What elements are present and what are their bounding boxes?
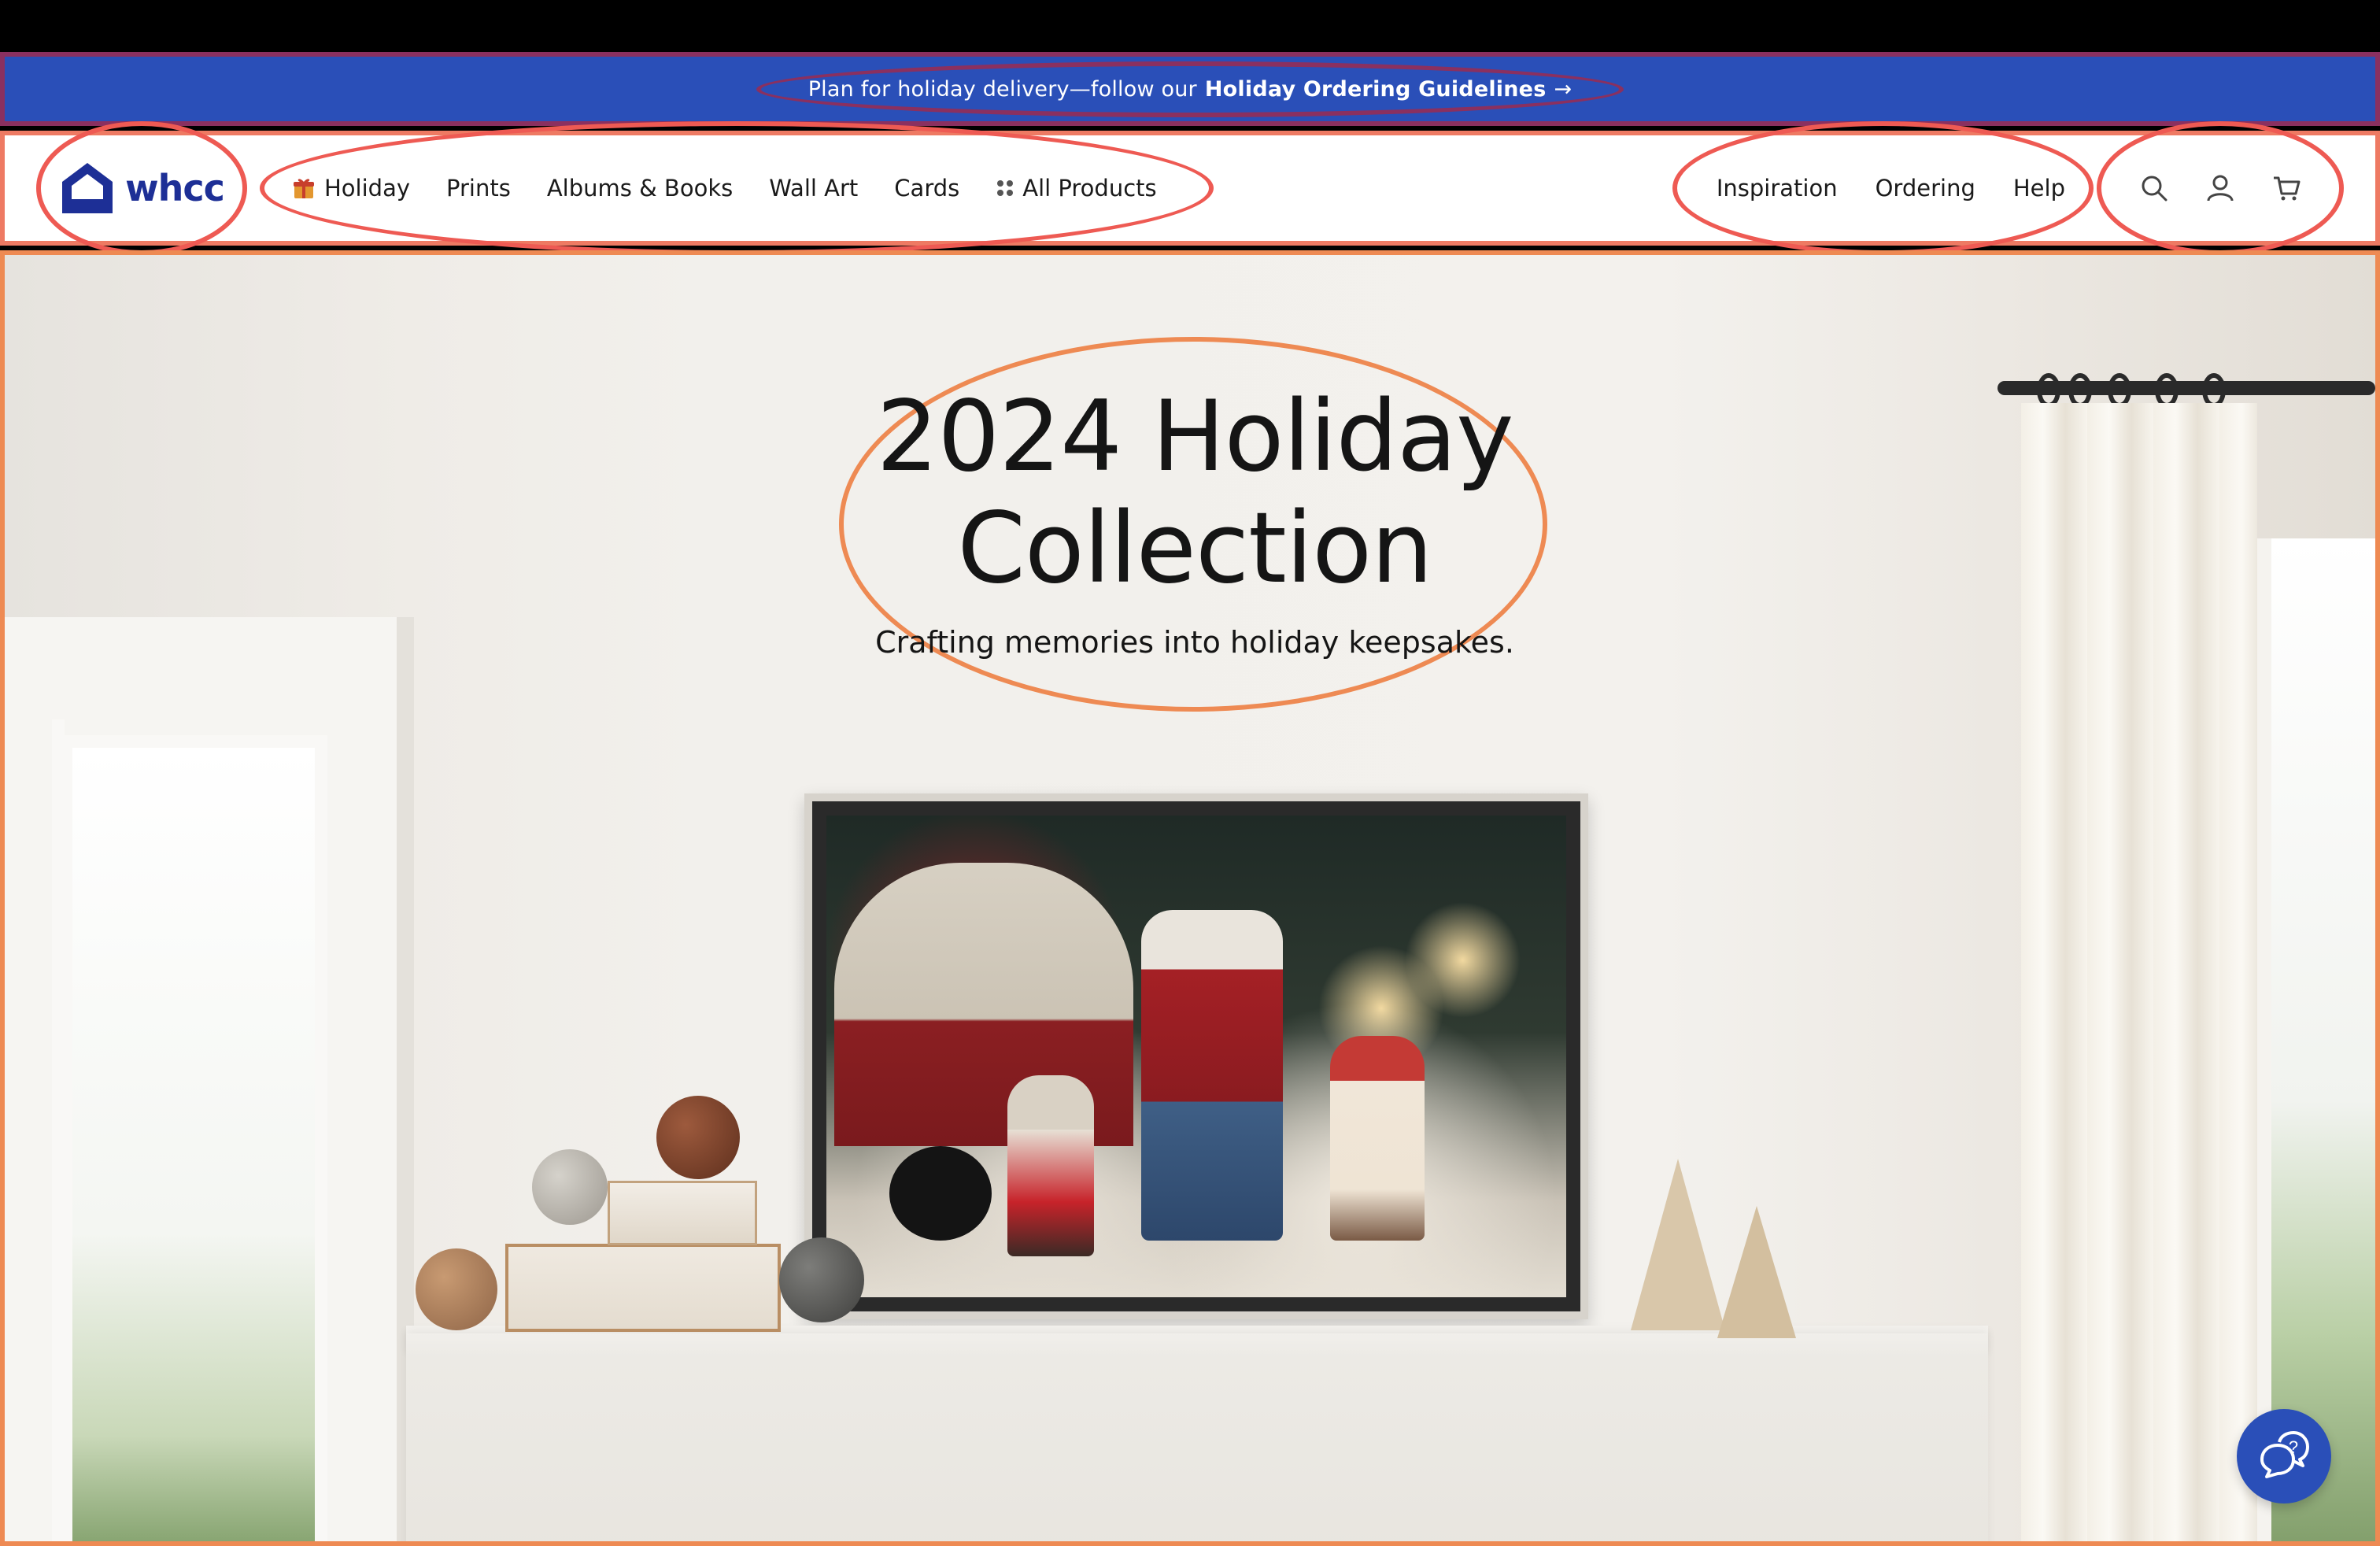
decor-tree	[1717, 1206, 1796, 1338]
nav-item-label: Help	[2012, 175, 2065, 202]
hero-window-right	[2257, 538, 2375, 1541]
hero-subtitle: Crafting memories into holiday keepsakes…	[875, 625, 1514, 660]
decor-ball	[416, 1248, 497, 1330]
nav-item-prints[interactable]: Prints	[446, 175, 511, 202]
nav-item-label: Wall Art	[769, 175, 859, 202]
nav-item-all-products[interactable]: All Products	[996, 175, 1157, 202]
nav-item-help[interactable]: Help	[2013, 175, 2065, 202]
promo-link-text[interactable]: Holiday Ordering Guidelines	[1205, 77, 1547, 102]
nav-item-wall-art[interactable]: Wall Art	[769, 175, 858, 202]
help-chat-icon: ?	[2260, 1431, 2309, 1478]
holiday-photo	[826, 816, 1566, 1297]
nav-item-label: Prints	[446, 175, 511, 202]
gift-icon	[294, 179, 314, 198]
nav-item-holiday[interactable]: Holiday	[291, 175, 410, 202]
cart-icon[interactable]	[2271, 173, 2301, 203]
decor-ball	[779, 1237, 864, 1322]
svg-text:?: ?	[2289, 1437, 2298, 1457]
hero-window-left	[5, 617, 414, 1541]
decor-ball	[656, 1096, 740, 1179]
secondary-nav-group: Inspiration Ordering Help	[1672, 121, 2094, 255]
logo-house-icon	[62, 163, 113, 213]
nav-item-label: Cards	[894, 175, 960, 202]
nav-item-label: Inspiration	[1716, 175, 1838, 202]
nav-item-label: All Products	[1022, 175, 1157, 202]
nav-item-ordering[interactable]: Ordering	[1876, 175, 1975, 202]
decor-box-large	[505, 1244, 781, 1332]
account-icon[interactable]	[2205, 173, 2235, 203]
promo-text: Plan for holiday delivery—follow our	[808, 76, 1197, 102]
logo-text: whcc	[125, 167, 225, 209]
hero-section: 2024 Holiday Collection Crafting memorie…	[0, 250, 2380, 1546]
main-nav: whcc Holiday Prints Albums & Books Wall …	[0, 121, 2380, 255]
grid-dots-icon	[997, 180, 1014, 196]
promo-banner[interactable]: Plan for holiday delivery—follow our Hol…	[0, 52, 2380, 126]
nav-item-label: Albums & Books	[546, 175, 734, 202]
arrow-right-icon: →	[1554, 76, 1572, 102]
help-chat-button[interactable]: ?	[2237, 1409, 2331, 1503]
header-icon-group	[2097, 121, 2344, 255]
nav-item-label: Ordering	[1875, 175, 1975, 202]
decor-ball	[532, 1149, 608, 1225]
nav-item-cards[interactable]: Cards	[894, 175, 959, 202]
mantel	[406, 1333, 1988, 1541]
decor-tree	[1631, 1159, 1725, 1330]
hero-title-line2: Collection	[957, 492, 1432, 605]
nav-item-albums-books[interactable]: Albums & Books	[547, 175, 733, 202]
nav-item-inspiration[interactable]: Inspiration	[1717, 175, 1838, 202]
primary-nav-group: Holiday Prints Albums & Books Wall Art C…	[260, 121, 1214, 255]
hero-title-line1: 2024 Holiday	[876, 380, 1513, 494]
search-icon[interactable]	[2139, 173, 2169, 203]
nav-item-label: Holiday	[324, 175, 411, 202]
decor-box-small	[608, 1181, 757, 1245]
top-black-bar	[0, 0, 2380, 52]
promo-link[interactable]: Plan for holiday delivery—follow our Hol…	[756, 61, 1624, 117]
logo-link[interactable]: whcc	[36, 121, 247, 255]
hero-title: 2024 Holiday Collection	[5, 380, 2375, 605]
hero-framed-photo	[804, 793, 1588, 1319]
